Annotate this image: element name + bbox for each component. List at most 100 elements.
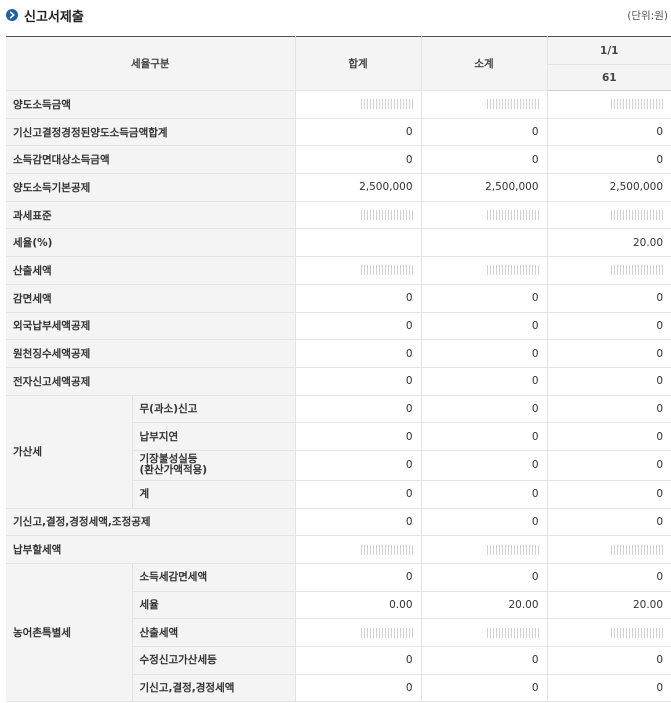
table-row: 소득감면대상소득금액 0 0 0 (6, 145, 671, 175)
row-label: 양도소득금액 (6, 90, 296, 119)
masked-value (486, 99, 539, 110)
cell-total: 0 (295, 367, 422, 396)
arrow-right-circle-icon (6, 9, 18, 21)
masked-value (486, 210, 539, 221)
cell-subtotal: 0 (421, 563, 548, 592)
cell-subtotal (421, 618, 548, 648)
masked-value (360, 627, 413, 638)
cell-col: 0 (547, 395, 671, 424)
cell-col: 0 (547, 674, 671, 703)
masked-value (611, 627, 664, 638)
cell-subtotal (421, 228, 548, 258)
header-item-no: 61 (547, 64, 671, 91)
cell-total: 0 (295, 450, 422, 481)
table-row: 양도소득기본공제 2,500,000 2,500,000 2,500,000 (6, 173, 671, 202)
unit-label: (단위:원) (627, 10, 668, 22)
cell-total: 0 (295, 674, 422, 703)
cell-total: 0 (295, 284, 422, 313)
cell-total: 0 (295, 480, 422, 509)
section-header: 신고서제출 (단위:원) (0, 0, 671, 36)
cell-subtotal (421, 201, 548, 230)
row-label: 감면세액 (6, 284, 296, 313)
table-row: 기신고,결정,경정세액,조정공제 0 0 0 (6, 508, 671, 537)
cell-total: 0 (295, 646, 422, 675)
cell-subtotal: 0 (421, 312, 548, 341)
masked-value (611, 265, 664, 276)
row-label: 납부지연 (132, 422, 296, 451)
table-row: 전자신고세액공제 0 0 0 (6, 367, 671, 396)
cell-subtotal: 0 (421, 145, 548, 175)
cell-total: 2,500,000 (295, 173, 422, 202)
row-label: 기신고결정경정된양도소득금액합계 (6, 118, 296, 147)
table-row: 원천징수세액공제 0 0 0 (6, 339, 671, 368)
cell-col: 0 (547, 367, 671, 396)
cell-total: 0 (295, 395, 422, 424)
cell-total (295, 535, 422, 564)
masked-value (486, 544, 539, 555)
header-category: 세율구분 (6, 36, 296, 91)
cell-subtotal: 0 (421, 508, 548, 537)
row-label: 수정신고가산세등 (132, 646, 296, 675)
cell-col: 0 (547, 284, 671, 313)
row-label: 산출세액 (6, 256, 296, 285)
masked-value (360, 210, 413, 221)
header-page: 1/1 (547, 36, 671, 65)
cell-col: 0 (547, 563, 671, 592)
header-total: 합계 (295, 36, 422, 91)
cell-col (547, 256, 671, 285)
row-label: 세율 (132, 591, 296, 620)
table-row: 세율(%) 20.00 (6, 228, 671, 258)
masked-value (611, 544, 664, 555)
cell-subtotal: 0 (421, 422, 548, 451)
cell-total (295, 90, 422, 119)
row-label: 기장불성실등 (환산가액적용) (132, 450, 296, 481)
cell-col: 0 (547, 118, 671, 147)
cell-subtotal: 0 (421, 339, 548, 368)
cell-col: 0 (547, 508, 671, 537)
cell-total: 0 (295, 118, 422, 147)
cell-subtotal: 0 (421, 395, 548, 424)
header-subtotal: 소계 (421, 36, 548, 91)
masked-value (486, 265, 539, 276)
cell-total: 0 (295, 422, 422, 451)
table-row: 농어촌특별세 소득세감면세액 0 0 0 (6, 563, 671, 703)
table-row: 납부할세액 (6, 535, 671, 564)
row-label: 기신고,결정,경정세액 (132, 674, 296, 703)
cell-subtotal: 0 (421, 450, 548, 481)
row-label: 세율(%) (6, 228, 296, 258)
row-label: 전자신고세액공제 (6, 367, 296, 396)
row-label: 무(과소)신고 (132, 395, 296, 424)
cell-col: 0 (547, 646, 671, 675)
cell-total: 0 (295, 508, 422, 537)
row-label: 납부할세액 (6, 535, 296, 564)
row-label: 원천징수세액공제 (6, 339, 296, 368)
group-label: 농어촌특별세 (6, 563, 133, 703)
table-row: 기신고결정경정된양도소득금액합계 0 0 0 (6, 118, 671, 147)
table-row: 산출세액 (6, 256, 671, 285)
row-label: 기신고,결정,경정세액,조정공제 (6, 508, 296, 537)
cell-total: 0 (295, 145, 422, 175)
cell-col (547, 535, 671, 564)
cell-subtotal: 0 (421, 284, 548, 313)
cell-col (547, 201, 671, 230)
cell-subtotal: 0 (421, 480, 548, 509)
tax-report-table: 세율구분 합계 소계 1/1 61 양도소득금액 기신고결정경정된양도소득금액합계… (6, 36, 671, 703)
cell-col: 20.00 (547, 591, 671, 620)
cell-total: 0 (295, 312, 422, 341)
cell-total (295, 618, 422, 648)
cell-subtotal: 2,500,000 (421, 173, 548, 202)
cell-subtotal (421, 535, 548, 564)
cell-subtotal (421, 90, 548, 119)
table-row: 외국납부세액공제 0 0 0 (6, 312, 671, 341)
row-label: 양도소득기본공제 (6, 173, 296, 202)
masked-value (360, 265, 413, 276)
cell-col (547, 618, 671, 648)
group-label: 가산세 (6, 395, 133, 509)
cell-col: 0 (547, 450, 671, 481)
cell-col: 0 (547, 312, 671, 341)
masked-value (611, 99, 664, 110)
cell-total (295, 228, 422, 258)
cell-col: 0 (547, 339, 671, 368)
cell-col: 20.00 (547, 228, 671, 258)
row-label: 소득세감면세액 (132, 563, 296, 592)
